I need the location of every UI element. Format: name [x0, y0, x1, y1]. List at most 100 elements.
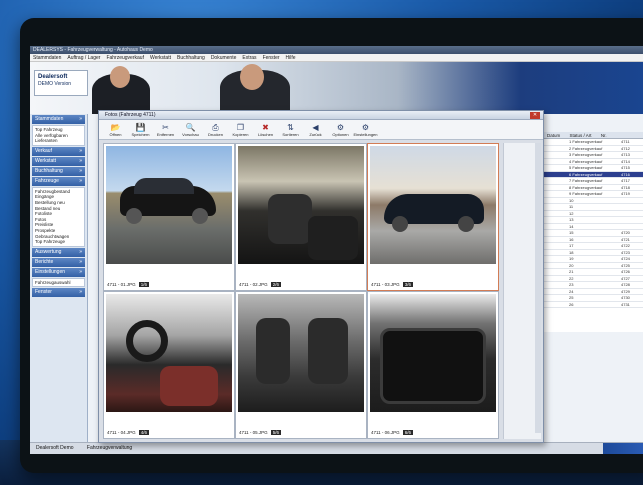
sidebar-section-header[interactable]: Stammdaten	[32, 115, 85, 124]
table-cell: 4727	[621, 275, 630, 281]
table-cell: 2 Fahrzeugverkauf	[569, 145, 603, 151]
grid-header-date[interactable]: Datum	[543, 133, 564, 138]
menu-item[interactable]: Auftrag / Lager	[64, 55, 103, 61]
photo-cell[interactable]: 4711 - 04.JPG 4/6	[103, 291, 235, 439]
toolbar-button[interactable]: ◀ Zurück	[303, 120, 328, 139]
table-cell: 4721	[621, 236, 630, 242]
toolbar-button[interactable]: 📂 Öffnen	[103, 120, 128, 139]
toolbar-button-label: Vorschau	[182, 131, 199, 137]
viewer-titlebar[interactable]: Fotos (Fahrzeug 4711) ✕	[99, 111, 543, 120]
table-cell: 8 Fahrzeugverkauf	[569, 184, 603, 190]
toolbar-button[interactable]: ✂ Entfernen	[153, 120, 178, 139]
menu-item[interactable]: Fahrzeugverkauf	[103, 55, 147, 61]
scrollbar[interactable]	[535, 143, 541, 433]
sidebar-section-header[interactable]: Werkstatt	[32, 156, 85, 166]
toolbar-button[interactable]: ⚙ Einstellungen	[353, 120, 378, 139]
sidebar-section-header[interactable]: Berichte	[32, 257, 85, 267]
photo-cell[interactable]: 4711 - 06.JPG 6/6	[367, 291, 499, 439]
table-cell: 14	[569, 223, 574, 229]
table-cell: 4717	[621, 178, 630, 183]
grid-body: 1 Fahrzeugverkauf 4711 2 Fahrzeugverkauf 47…	[543, 139, 643, 308]
photo-rear-exterior[interactable]	[370, 146, 496, 264]
settings-icon: ⚙	[361, 122, 370, 132]
table-cell: 1 Fahrzeugverkauf	[569, 139, 603, 144]
toolbar-button[interactable]: 💾 Speichern	[128, 120, 153, 139]
table-cell: 4712	[621, 145, 630, 151]
photo-page-badge: 6/6	[402, 430, 413, 435]
photo-cell[interactable]: 4711 - 03.JPG 3/6	[367, 143, 499, 291]
table-cell: 5 Fahrzeugverkauf	[569, 165, 603, 170]
toolbar-button-label: Öffnen	[109, 131, 122, 137]
toolbar-button[interactable]: ⇅ Sortieren	[278, 120, 303, 139]
table-row[interactable]: 26 4731	[543, 301, 643, 308]
photo-dashboard[interactable]	[106, 294, 232, 412]
photo-detail	[392, 216, 408, 232]
menu-item[interactable]: Stammdaten	[30, 55, 64, 61]
toolbar-button[interactable]: ⎙ Drucken	[203, 120, 228, 139]
sort-icon: ⇅	[287, 122, 294, 132]
photo-filename: 4711 - 05.JPG	[239, 430, 268, 435]
photo-rear-seats[interactable]	[238, 294, 364, 412]
close-icon[interactable]: ✕	[530, 112, 540, 119]
sidebar-section-header[interactable]: Auswertung	[32, 247, 85, 257]
menu-item[interactable]: Buchhaltung	[174, 55, 208, 61]
menu-item[interactable]: Fenster	[260, 55, 283, 61]
application-window: DEALERSYS - Fahrzeugverwaltung - Autohau…	[30, 46, 643, 454]
table-cell: 22	[569, 275, 574, 281]
photo-driver-seat[interactable]	[238, 146, 364, 264]
table-cell: 4730	[621, 295, 630, 300]
photo-detail	[256, 318, 290, 384]
toolbar-button-label: Einstellungen	[353, 131, 378, 137]
table-cell: 4714	[621, 158, 630, 164]
statusbar-tray	[603, 443, 643, 454]
menu-bar: Stammdaten Auftrag / Lager Fahrzeugverkauf…	[30, 54, 643, 62]
photo-grid: 4711 - 01.JPG 1/6 4711 - 02.JPG 2/6 4711 - 0…	[103, 143, 499, 439]
menu-item[interactable]: Hilfe	[283, 55, 299, 61]
statusbar-item[interactable]: Dealersoft Demo	[30, 445, 80, 451]
toolbar-button[interactable]: ❐ Kopieren	[228, 120, 253, 139]
toolbar-button-label: Drucken	[208, 131, 223, 137]
sidebar-section-header[interactable]: Fahrzeuge	[32, 176, 85, 186]
menu-item[interactable]: Werkstatt	[147, 55, 174, 61]
menu-item[interactable]: Extras	[239, 55, 259, 61]
grid-header-number[interactable]: Nr.	[597, 133, 611, 138]
table-cell: 4 Fahrzeugverkauf	[569, 158, 603, 164]
sidebar-section-header[interactable]: Fenster	[32, 288, 85, 298]
brand-name: Dealersoft	[38, 74, 68, 80]
photo-cell[interactable]: 4711 - 02.JPG 2/6	[235, 143, 367, 291]
toolbar-button[interactable]: ✖ Löschen	[253, 120, 278, 139]
menu-item[interactable]: Dokumente	[208, 55, 240, 61]
table-cell: 4723	[621, 249, 630, 255]
photo-detail	[268, 194, 312, 244]
table-cell: 12	[569, 210, 574, 216]
sidebar-item-selection[interactable]: Fahrzeugauswahl	[32, 277, 85, 288]
table-cell: 4724	[621, 256, 630, 261]
sidebar-section-header[interactable]: Buchhaltung	[32, 166, 85, 176]
photo-detail	[308, 318, 348, 384]
toolbar-button[interactable]: 🔍 Vorschau	[178, 120, 203, 139]
toolbar-button-label: Speichern	[131, 131, 150, 137]
header-banner: Dealersoft DEMO Version	[30, 62, 643, 114]
sidebar-section-header[interactable]: Einstellungen	[32, 267, 85, 277]
toolbar-button-label: Kopieren	[232, 131, 249, 137]
photo-detail	[160, 366, 218, 406]
photo-caption: 4711 - 02.JPG 2/6	[239, 282, 281, 287]
photo-caption: 4711 - 01.JPG 1/6	[107, 282, 149, 287]
toolbar-button[interactable]: ⚙ Optionen	[328, 120, 353, 139]
photo-front-exterior[interactable]	[106, 146, 232, 264]
photo-page-badge: 3/6	[402, 282, 413, 287]
statusbar-item[interactable]: Fahrzeugverwaltung	[81, 445, 138, 451]
sidebar-item[interactable]: Lieferanten	[35, 138, 82, 144]
table-cell: 21	[569, 269, 574, 274]
photo-trunk[interactable]	[370, 294, 496, 412]
sidebar-section-header[interactable]: Verkauf	[32, 146, 85, 156]
toolbar-button-label: Entfernen	[156, 131, 175, 137]
toolbar-button-label: Sortieren	[282, 131, 299, 137]
photo-detail	[192, 208, 208, 224]
table-cell: 19	[569, 256, 574, 261]
grid-header-status[interactable]: Status / Art	[566, 133, 596, 138]
photo-cell[interactable]: 4711 - 01.JPG 1/6	[103, 143, 235, 291]
table-cell: 26	[569, 301, 574, 307]
photo-cell[interactable]: 4711 - 05.JPG 5/6	[235, 291, 367, 439]
sidebar-item[interactable]: Top Fahrzeuge	[35, 239, 82, 245]
